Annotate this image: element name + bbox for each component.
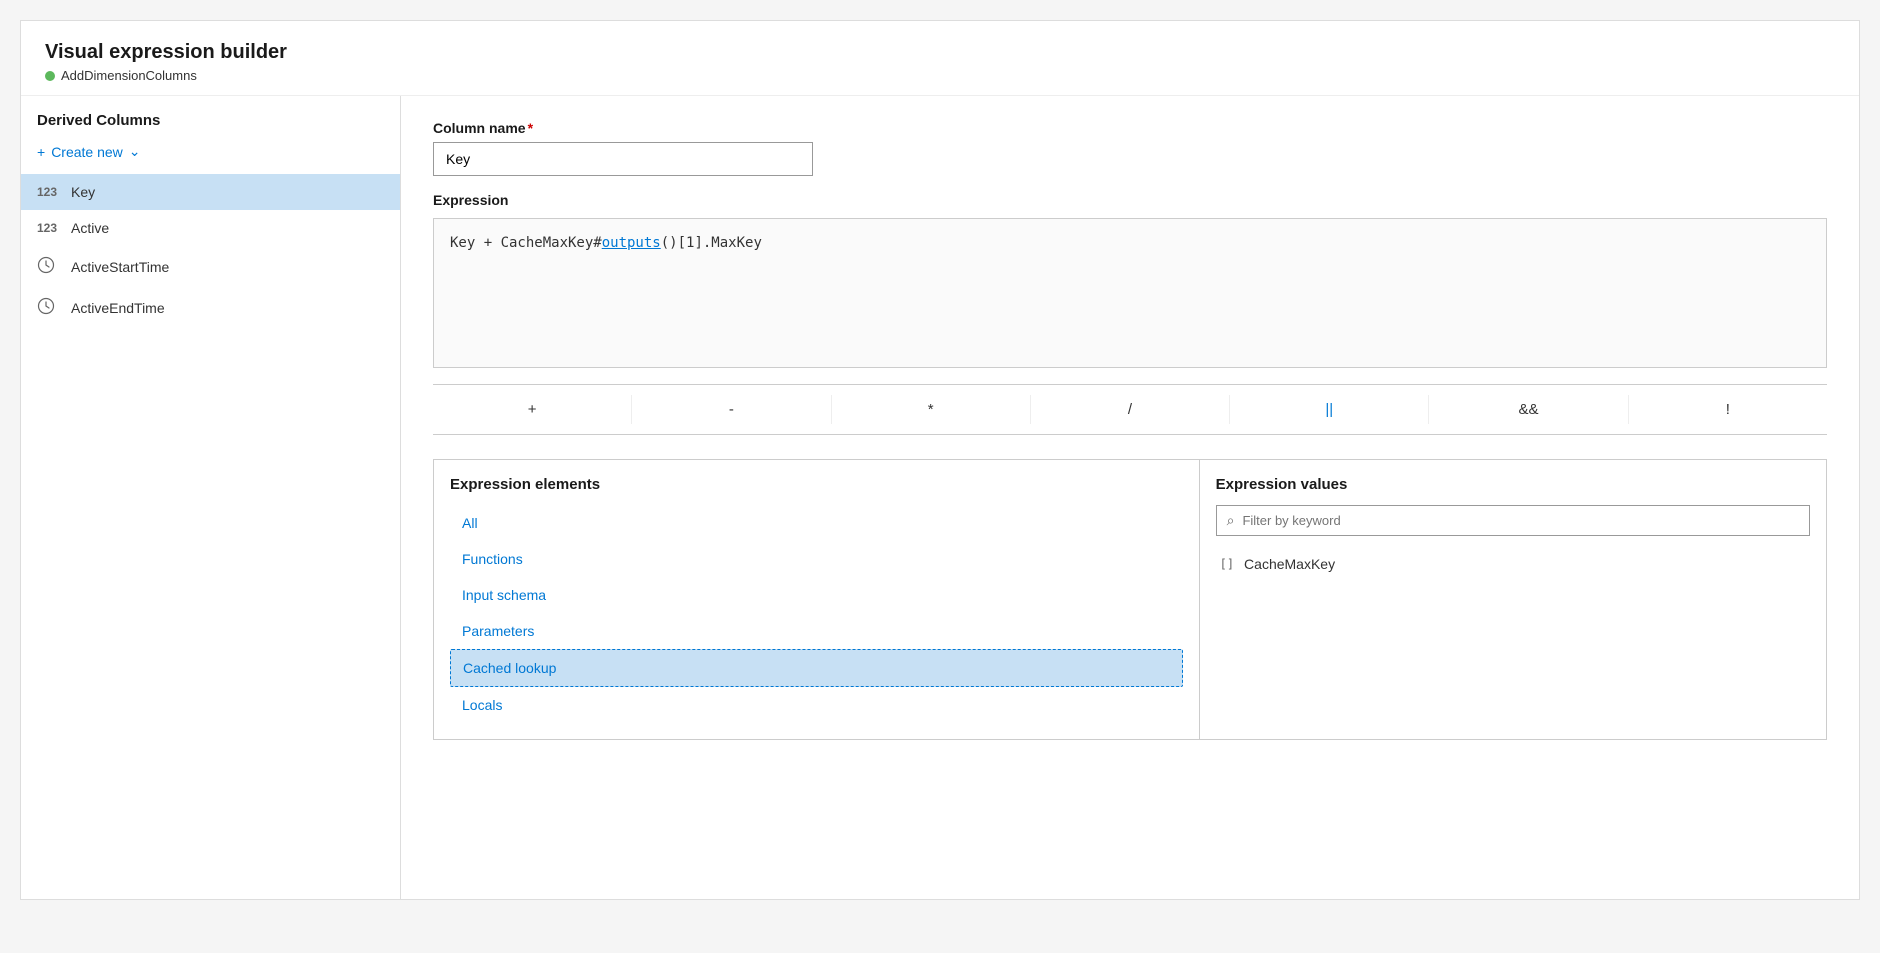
status-dot bbox=[45, 71, 55, 81]
bracket-icon: [] bbox=[1220, 557, 1234, 571]
expression-label: Expression bbox=[433, 192, 1827, 208]
column-name-group: Column name* bbox=[433, 120, 1827, 176]
sidebar-item-active-label: Active bbox=[71, 220, 109, 236]
expression-text-after: ()[1].MaxKey bbox=[661, 235, 762, 251]
sidebar-item-activeendtime[interactable]: ActiveEndTime bbox=[21, 287, 400, 328]
column-name-input[interactable] bbox=[433, 142, 813, 176]
filter-keyword-input[interactable] bbox=[1242, 513, 1799, 528]
plus-icon: + bbox=[37, 144, 45, 160]
expression-group: Expression Key + CacheMaxKey#outputs()[1… bbox=[433, 192, 1827, 368]
main-container: Visual expression builder AddDimensionCo… bbox=[20, 20, 1860, 900]
sidebar-section-title: Derived Columns bbox=[21, 112, 400, 137]
expression-elements-panel: Expression elements All Functions Input … bbox=[434, 460, 1200, 739]
main-layout: Derived Columns + Create new ⌄ 123 Key 1… bbox=[21, 96, 1859, 899]
sidebar-item-active[interactable]: 123 Active bbox=[21, 210, 400, 246]
expression-text-before: Key + CacheMaxKey# bbox=[450, 235, 602, 251]
chevron-down-icon: ⌄ bbox=[129, 143, 141, 160]
search-icon: ⌕ bbox=[1227, 512, 1235, 529]
sidebar-item-activestarttime[interactable]: ActiveStartTime bbox=[21, 246, 400, 287]
sidebar-item-key[interactable]: 123 Key bbox=[21, 174, 400, 210]
numeric-icon-active: 123 bbox=[37, 221, 61, 235]
filter-input-wrapper: ⌕ bbox=[1216, 505, 1810, 536]
element-all[interactable]: All bbox=[450, 505, 1183, 541]
subtitle-row: AddDimensionColumns bbox=[45, 68, 1835, 83]
operator-minus[interactable]: - bbox=[632, 395, 831, 424]
expression-values-title: Expression values bbox=[1216, 476, 1810, 493]
content-area: Column name* Expression Key + CacheMaxKe… bbox=[401, 96, 1859, 899]
element-input-schema[interactable]: Input schema bbox=[450, 577, 1183, 613]
bottom-section: Expression elements All Functions Input … bbox=[433, 459, 1827, 740]
header: Visual expression builder AddDimensionCo… bbox=[21, 21, 1859, 96]
element-cached-lookup[interactable]: Cached lookup bbox=[450, 649, 1183, 687]
sidebar: Derived Columns + Create new ⌄ 123 Key 1… bbox=[21, 96, 401, 899]
sidebar-item-activeendtime-label: ActiveEndTime bbox=[71, 300, 165, 316]
outputs-link[interactable]: outputs bbox=[602, 235, 661, 251]
subtitle-text: AddDimensionColumns bbox=[61, 68, 197, 83]
element-parameters[interactable]: Parameters bbox=[450, 613, 1183, 649]
sidebar-item-key-label: Key bbox=[71, 184, 95, 200]
value-cachemaxkey-label: CacheMaxKey bbox=[1244, 556, 1335, 572]
page-title: Visual expression builder bbox=[45, 41, 1835, 64]
operator-divide[interactable]: / bbox=[1031, 395, 1230, 424]
create-new-label: Create new bbox=[51, 144, 123, 160]
element-locals[interactable]: Locals bbox=[450, 687, 1183, 723]
sidebar-item-activestarttime-label: ActiveStartTime bbox=[71, 259, 169, 275]
operator-and[interactable]: && bbox=[1429, 395, 1628, 424]
clock-icon-start bbox=[37, 256, 61, 277]
expression-values-panel: Expression values ⌕ [] CacheMaxKey bbox=[1200, 460, 1826, 739]
expression-elements-title: Expression elements bbox=[450, 476, 1183, 493]
numeric-icon-key: 123 bbox=[37, 185, 61, 199]
operators-bar: + - * / || && ! bbox=[433, 384, 1827, 435]
operator-plus[interactable]: + bbox=[433, 395, 632, 424]
operator-not[interactable]: ! bbox=[1629, 395, 1827, 424]
element-functions[interactable]: Functions bbox=[450, 541, 1183, 577]
column-name-label: Column name* bbox=[433, 120, 1827, 136]
expression-editor[interactable]: Key + CacheMaxKey#outputs()[1].MaxKey bbox=[433, 218, 1827, 368]
operator-multiply[interactable]: * bbox=[832, 395, 1031, 424]
create-new-button[interactable]: + Create new ⌄ bbox=[21, 137, 400, 166]
operator-or[interactable]: || bbox=[1230, 395, 1429, 424]
clock-icon-end bbox=[37, 297, 61, 318]
value-cachemaxkey[interactable]: [] CacheMaxKey bbox=[1216, 548, 1810, 580]
